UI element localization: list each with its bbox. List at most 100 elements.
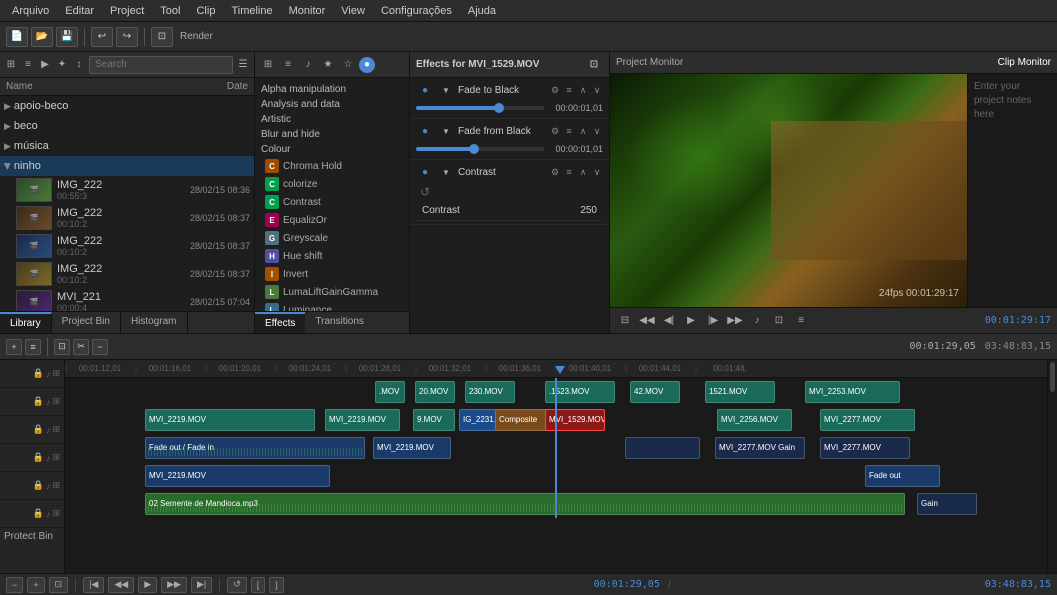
step-fwd-btn[interactable]: |▶	[704, 312, 722, 330]
list-item[interactable]: 🎬 IMG_222 00:10:2 28/02/15 08:37	[0, 232, 254, 260]
list-item[interactable]: ▶ música	[0, 136, 254, 156]
fade-to-black-slider[interactable]: 00:00:01,01	[416, 101, 603, 115]
expand-arrow[interactable]: ▼	[437, 122, 455, 140]
effects-star-btn[interactable]: ★	[319, 56, 337, 74]
tab-clip-monitor[interactable]: Clip Monitor	[998, 57, 1051, 68]
effect-item-colorize[interactable]: C colorize	[261, 175, 403, 193]
zoom-out-btn[interactable]: ⊟	[616, 312, 634, 330]
list-item[interactable]: ▶ beco	[0, 116, 254, 136]
clip[interactable]: .1523.MOV	[545, 381, 615, 403]
down-icon[interactable]: ∨	[591, 84, 603, 96]
menu-arquivo[interactable]: Arquivo	[4, 0, 57, 21]
step-back-btn[interactable]: ◀|	[660, 312, 678, 330]
effect-category-analysis[interactable]: Analysis and data	[261, 97, 403, 112]
save-button[interactable]: 💾	[56, 27, 78, 47]
menu-ajuda[interactable]: Ajuda	[460, 0, 504, 21]
search-input[interactable]	[89, 56, 233, 74]
view-grid-button[interactable]: ⊞	[4, 56, 18, 74]
up-icon[interactable]: ∧	[577, 125, 589, 137]
lock-icon[interactable]: 🔒	[33, 424, 44, 435]
tab-histogram[interactable]: Histogram	[121, 312, 188, 333]
play-btn[interactable]: ▶	[138, 577, 157, 593]
mute-icon[interactable]: ♪	[46, 369, 51, 379]
fade-from-black-enable[interactable]: ●	[416, 122, 434, 140]
redo-button[interactable]: ↪	[116, 27, 138, 47]
tab-project-monitor[interactable]: Project Monitor	[616, 57, 683, 68]
mute-icon[interactable]: ♪	[46, 453, 51, 463]
expand-arrow[interactable]: ▼	[437, 163, 455, 181]
clip[interactable]: Gain	[917, 493, 977, 515]
clip[interactable]: MVI_2219.MOV	[145, 465, 330, 487]
add-track-btn[interactable]: +	[6, 339, 22, 355]
effect-item-luminance[interactable]: L Luminance	[261, 301, 403, 311]
sort-button[interactable]: ↕	[72, 56, 86, 74]
tab-effects[interactable]: Effects	[255, 312, 305, 333]
mute-icon[interactable]: ♪	[46, 509, 51, 519]
fit-btn[interactable]: ⊡	[49, 577, 69, 593]
settings-icon[interactable]: ⚙	[549, 84, 561, 96]
snap-btn[interactable]: ⊡	[54, 339, 70, 355]
fast-fwd-btn[interactable]: ▶▶	[161, 577, 187, 593]
preview-button[interactable]: ▶	[38, 56, 52, 74]
effect-item-lumalift[interactable]: L LumaLiftGainGamma	[261, 283, 403, 301]
clip[interactable]: MVI_2277.MOV Gain	[715, 437, 805, 459]
mark-in-btn[interactable]: [	[251, 577, 266, 593]
list-item[interactable]: 🎬 IMG_222 00:10:2 28/02/15 08:37	[0, 260, 254, 288]
effects-list-btn[interactable]: ≡	[279, 56, 297, 74]
clip[interactable]: MVI_1529.MOV	[545, 409, 605, 431]
lock-icon[interactable]: 🔒	[33, 452, 44, 463]
clip[interactable]: 42.MOV	[630, 381, 680, 403]
effect-item-equalizor[interactable]: E EqualizOr	[261, 211, 403, 229]
effect-item-greyscale[interactable]: G Greyscale	[261, 229, 403, 247]
lock-icon[interactable]: 🔒	[33, 480, 44, 491]
list-item[interactable]: 🎬 MVI_221 00:00:4 28/02/15 07:04	[0, 288, 254, 311]
clip[interactable]: 9.MOV	[413, 409, 455, 431]
effect-item-contrast[interactable]: C Contrast	[261, 193, 403, 211]
effect-settings-expand[interactable]: ⊡	[585, 56, 603, 74]
menu-configuracoes[interactable]: Configurações	[373, 0, 460, 21]
clip[interactable]: MVI_2253.MOV	[805, 381, 900, 403]
menu-timeline[interactable]: Timeline	[223, 0, 280, 21]
fade-from-black-slider[interactable]: 00:00:01,01	[416, 142, 603, 156]
effects-grid-btn[interactable]: ⊞	[259, 56, 277, 74]
clip[interactable]: Fade out	[865, 465, 940, 487]
slider-thumb[interactable]	[494, 103, 504, 113]
clip[interactable]: 02 Semente de Mandioca.mp3	[145, 493, 905, 515]
clip[interactable]: MVI_2256.MOV	[717, 409, 792, 431]
fullscreen-btn[interactable]: ⊡	[770, 312, 788, 330]
menu-editar[interactable]: Editar	[57, 0, 102, 21]
menu-clip[interactable]: Clip	[188, 0, 223, 21]
menu-monitor[interactable]: Monitor	[281, 0, 334, 21]
down-icon[interactable]: ∨	[591, 125, 603, 137]
effects-star2-btn[interactable]: ☆	[339, 56, 357, 74]
menu-view[interactable]: View	[333, 0, 373, 21]
mute-icon[interactable]: ♪	[46, 425, 51, 435]
clip[interactable]: 20.MOV	[415, 381, 455, 403]
play-btn[interactable]: ▶	[682, 312, 700, 330]
list-item[interactable]: 🎬 IMG_222 00:55:3 28/02/15 08:36	[0, 176, 254, 204]
effect-category-colour[interactable]: Colour	[261, 142, 403, 157]
clip[interactable]: Fade out / Fade in	[145, 437, 365, 459]
up-icon[interactable]: ∧	[577, 84, 589, 96]
track-eye-icon[interactable]: ⊞	[52, 424, 60, 435]
capture-button[interactable]: ⊡	[151, 27, 173, 47]
effect-category-alpha[interactable]: Alpha manipulation	[261, 82, 403, 97]
tab-project-bin[interactable]: Project Bin	[52, 312, 121, 333]
down-icon[interactable]: ∨	[591, 166, 603, 178]
list-item[interactable]: 🎬 IMG_222 00:10:2 28/02/15 08:37	[0, 204, 254, 232]
effect-item-invert[interactable]: I Invert	[261, 265, 403, 283]
scrollbar-thumb[interactable]	[1050, 362, 1055, 392]
loop-btn[interactable]: ↺	[227, 577, 247, 593]
rewind-btn[interactable]: ◀◀	[108, 577, 134, 593]
mute-icon[interactable]: ♪	[46, 397, 51, 407]
open-button[interactable]: 📂	[31, 27, 53, 47]
next-clip-btn[interactable]: ▶|	[191, 577, 212, 593]
rewind-btn[interactable]: ◀◀	[638, 312, 656, 330]
refresh-icon[interactable]: ↺	[420, 185, 430, 199]
expand-arrow[interactable]: ▼	[437, 81, 455, 99]
clip[interactable]: MVI_2219.MOV	[325, 409, 400, 431]
effects-filter-btn[interactable]: ●	[359, 57, 375, 73]
list-icon[interactable]: ≡	[563, 166, 575, 178]
tab-transitions[interactable]: Transitions	[305, 312, 374, 333]
clip[interactable]: MVI_2277.MOV	[820, 409, 915, 431]
